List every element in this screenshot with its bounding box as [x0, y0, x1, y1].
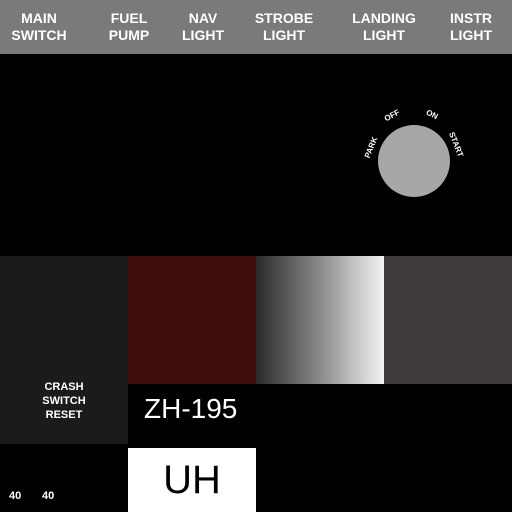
fuel-pump-button[interactable]: FUEL PUMP — [90, 0, 168, 54]
reset-label-line1: CRASH — [44, 381, 84, 393]
switch-bar: MAIN SWITCH FUEL PUMP NAV LIGHT STROBE L… — [0, 0, 512, 54]
strobe-light-button[interactable]: STROBE LIGHT — [245, 0, 323, 54]
landing-light-button[interactable]: LANDING LIGHT — [340, 0, 428, 54]
switch-label-line2: PUMP — [108, 27, 150, 43]
ignition-selector: PARK OFF ON START — [350, 95, 480, 205]
main-switch-button[interactable]: MAIN SWITCH — [0, 0, 78, 54]
ignition-off-label: OFF — [382, 107, 402, 124]
switch-label-line1: STROBE — [254, 10, 314, 26]
switch-label-line1: FUEL — [110, 10, 148, 26]
switch-label-line2: SWITCH — [11, 27, 67, 43]
readout-value: 40 — [9, 490, 22, 502]
switch-label-line2: LIGHT — [363, 27, 405, 43]
switch-label-line2: LIGHT — [450, 27, 492, 43]
switch-label-line2: LIGHT — [263, 27, 305, 43]
ignition-start-label: START — [446, 130, 466, 159]
ignition-park-label: PARK — [362, 135, 380, 160]
ignition-on-label: ON — [424, 107, 440, 122]
reset-label-line2: SWITCH — [42, 395, 86, 407]
registration-text: ZH-195 — [144, 393, 238, 424]
ignition-knob[interactable] — [378, 125, 450, 197]
nav-light-button[interactable]: NAV LIGHT — [164, 0, 242, 54]
switch-label-line1: LANDING — [352, 10, 416, 26]
switch-label-line1: NAV — [188, 10, 218, 26]
switch-label-line1: MAIN — [21, 10, 57, 26]
gradient-panel — [256, 256, 384, 384]
crash-switch-reset-button[interactable]: CRASH SWITCH RESET — [0, 380, 128, 422]
maroon-panel — [128, 256, 256, 384]
readout-value: 40 — [42, 490, 55, 502]
instr-light-button[interactable]: INSTR LIGHT — [432, 0, 510, 54]
grey-panel — [384, 256, 512, 384]
callsign-text: UH — [163, 458, 221, 502]
switch-label-line2: LIGHT — [182, 27, 224, 43]
switch-label-line1: INSTR — [450, 10, 492, 26]
reset-label-line3: RESET — [45, 409, 83, 421]
